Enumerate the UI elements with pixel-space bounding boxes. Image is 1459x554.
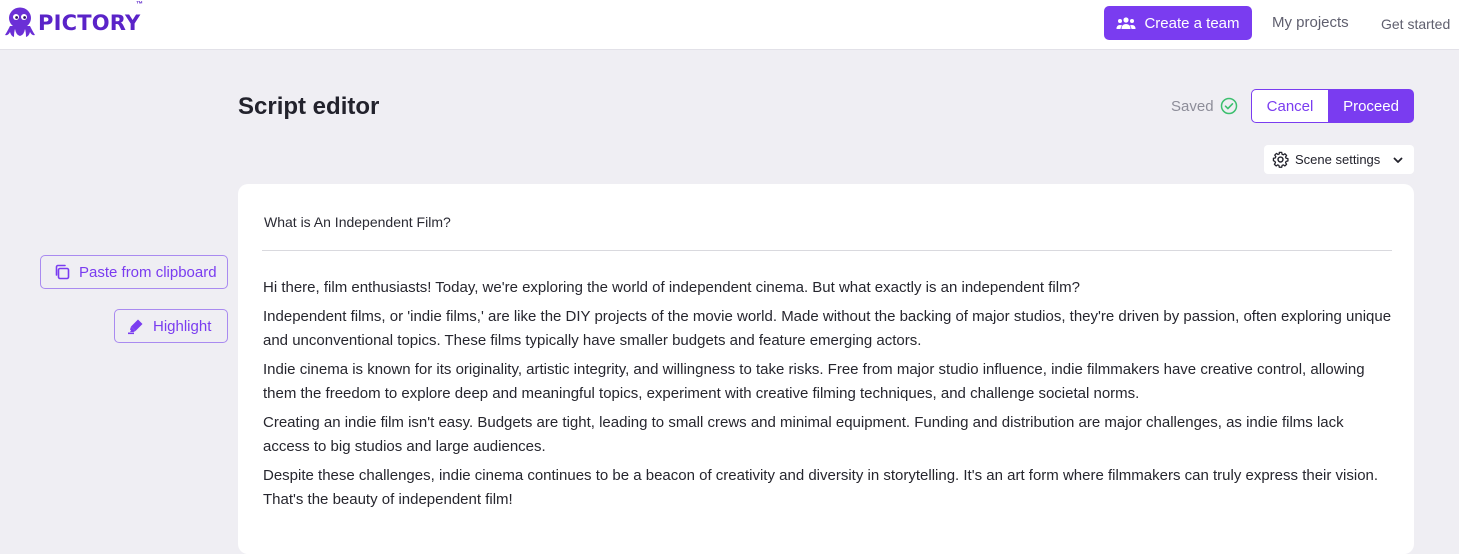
script-editor-panel[interactable]: What is An Independent Film? Hi there, f… xyxy=(238,184,1414,554)
team-icon xyxy=(1116,17,1136,29)
script-heading[interactable]: What is An Independent Film? xyxy=(264,214,451,230)
saved-label: Saved xyxy=(1171,97,1214,115)
create-team-label: Create a team xyxy=(1144,14,1240,32)
scene-settings-label: Scene settings xyxy=(1295,152,1381,167)
gear-icon xyxy=(1272,151,1289,168)
script-body[interactable]: Hi there, film enthusiasts! Today, we're… xyxy=(263,276,1393,517)
script-paragraph[interactable]: Hi there, film enthusiasts! Today, we're… xyxy=(263,276,1393,300)
chevron-down-icon xyxy=(1393,157,1403,163)
script-paragraph[interactable]: Despite these challenges, indie cinema c… xyxy=(263,464,1393,512)
create-team-button[interactable]: Create a team xyxy=(1104,6,1252,40)
trademark-mark: ™ xyxy=(136,1,143,8)
top-navbar: PICTORY ™ Create a team My projects Get … xyxy=(0,0,1459,50)
highlight-button[interactable]: Highlight xyxy=(114,309,228,343)
cancel-button[interactable]: Cancel xyxy=(1251,89,1328,123)
paste-from-clipboard-button[interactable]: Paste from clipboard xyxy=(40,255,228,289)
check-circle-icon xyxy=(1220,97,1237,115)
script-paragraph[interactable]: Creating an indie film isn't easy. Budge… xyxy=(263,411,1393,459)
script-paragraph[interactable]: Independent films, or 'indie films,' are… xyxy=(263,305,1393,353)
paste-label: Paste from clipboard xyxy=(79,263,217,281)
script-paragraph[interactable]: Indie cinema is known for its originalit… xyxy=(263,358,1393,406)
heading-divider xyxy=(262,250,1392,251)
highlight-label: Highlight xyxy=(153,317,212,335)
get-started-link[interactable]: Get started xyxy=(1381,16,1450,32)
logo-wordmark: PICTORY xyxy=(38,10,141,35)
page-title: Script editor xyxy=(238,93,380,120)
highlighter-icon xyxy=(128,319,143,335)
copy-icon xyxy=(55,264,70,280)
editor-action-buttons: Cancel Proceed xyxy=(1251,89,1414,123)
pictory-logo[interactable]: PICTORY xyxy=(4,5,140,41)
my-projects-link[interactable]: My projects xyxy=(1272,14,1349,31)
scene-settings-dropdown[interactable]: Scene settings xyxy=(1264,145,1414,174)
saved-status: Saved xyxy=(1171,97,1238,115)
proceed-button[interactable]: Proceed xyxy=(1328,89,1414,123)
octopus-logo-icon xyxy=(5,7,35,37)
